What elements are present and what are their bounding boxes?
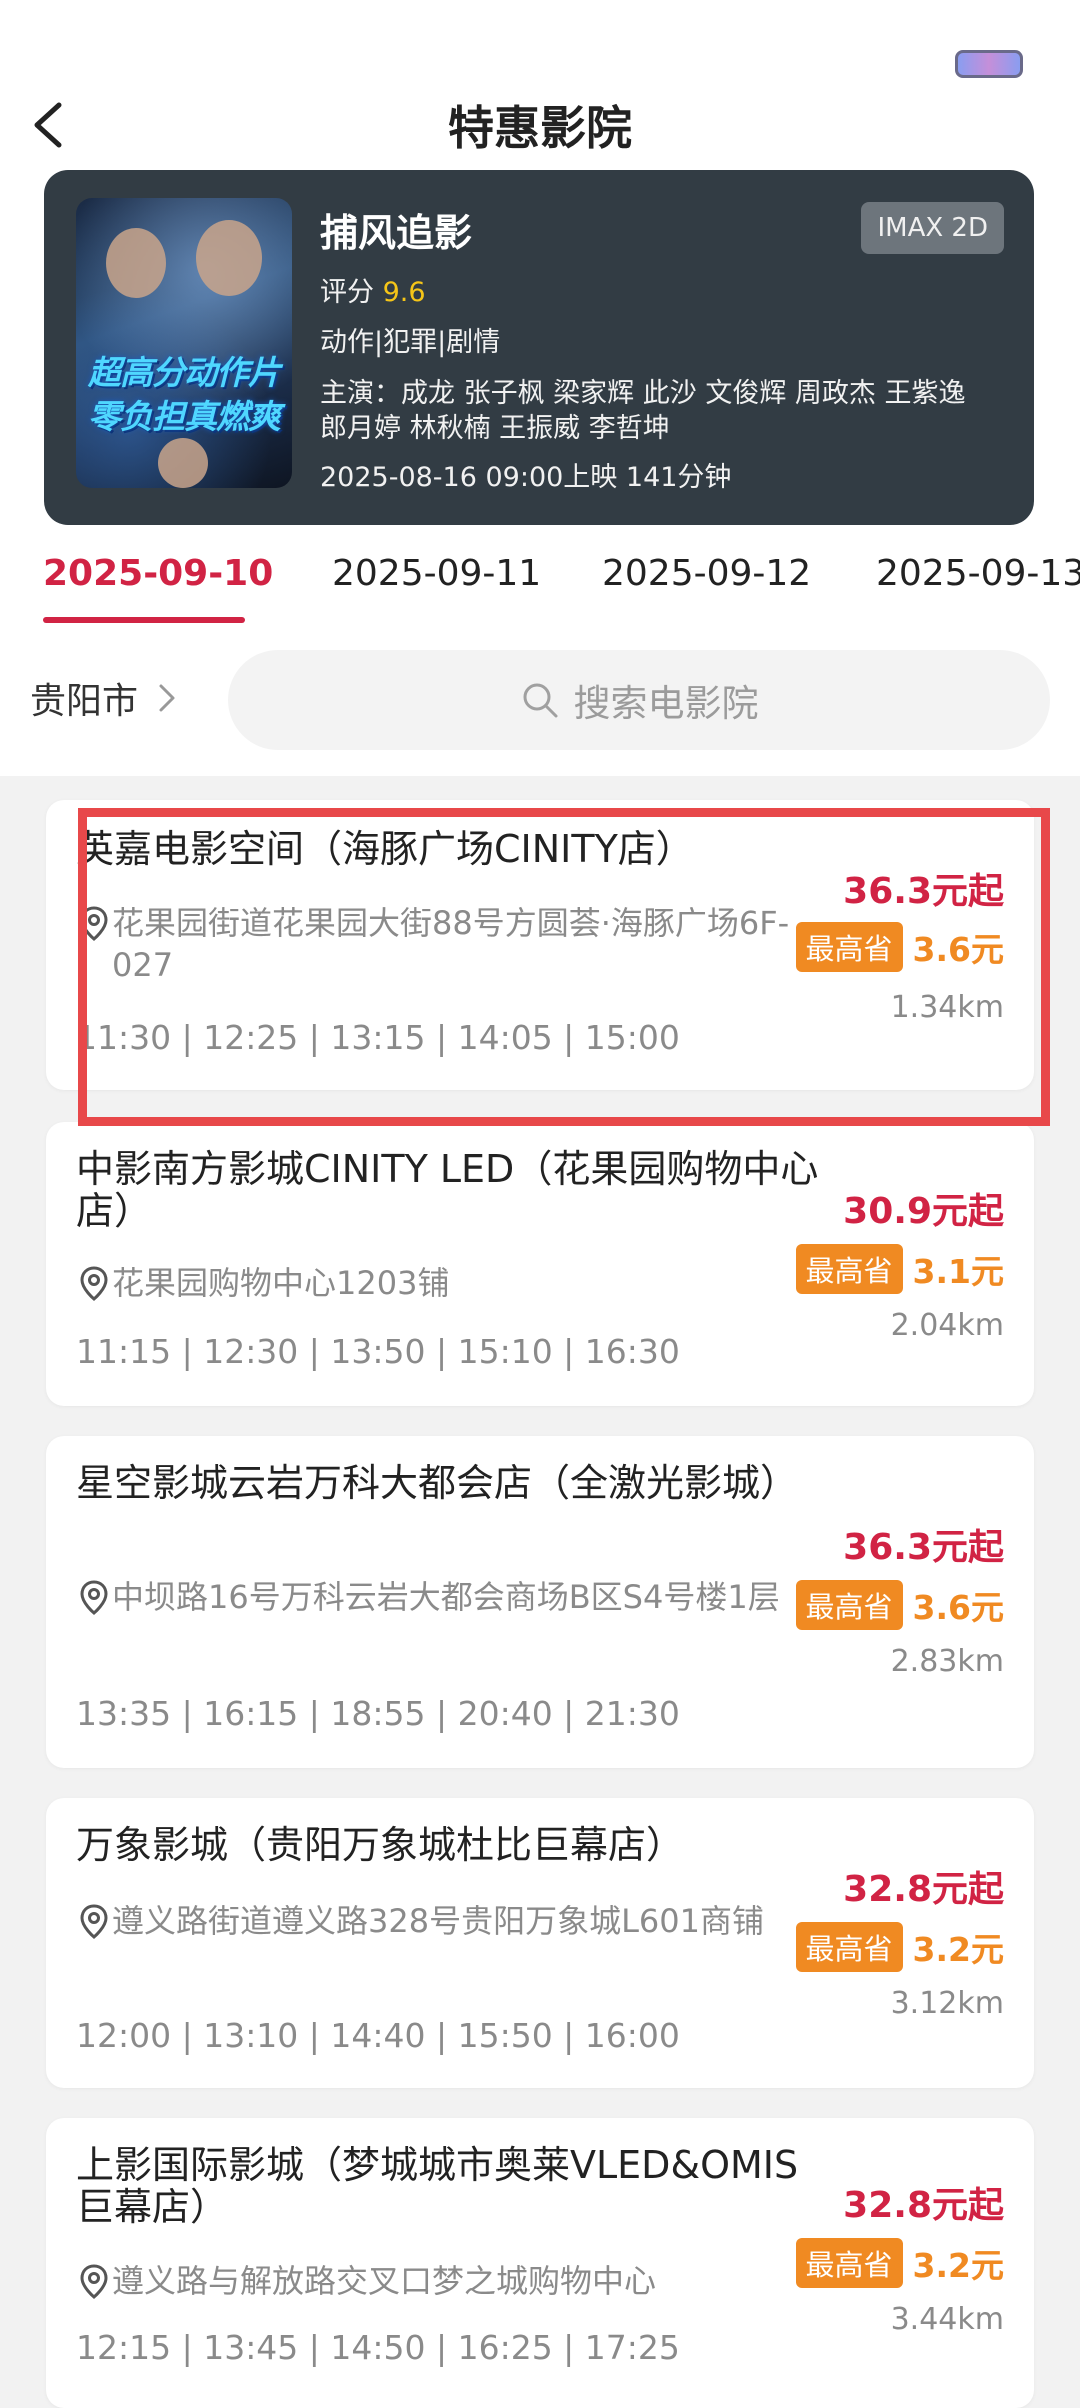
search-input[interactable]: 搜索电影院: [228, 650, 1050, 750]
date-tab-0[interactable]: 2025-09-10: [43, 553, 273, 594]
cinema-price: 30.9元起: [843, 1191, 1004, 1232]
highlight-box: [78, 808, 1050, 1126]
savings-amount: 3.1元: [912, 1252, 1004, 1291]
cinema-savings: 最高省 3.6元: [795, 1580, 1004, 1630]
cinema-price: 32.8元起: [843, 1869, 1004, 1910]
savings-amount: 3.2元: [912, 2246, 1004, 2285]
cinema-name: 中影南方影城CINITY LED（花果园购物中心店）: [76, 1147, 819, 1233]
movie-release: 2025-08-16 09:00上映 141分钟: [320, 462, 732, 493]
movie-genres: 动作|犯罪|剧情: [320, 327, 501, 358]
date-tab-3[interactable]: 2025-09-13: [876, 553, 1080, 594]
active-date-indicator: [43, 617, 245, 623]
savings-badge: 最高省: [795, 1580, 903, 1630]
cinema-showtimes: 12:00 | 13:10 | 14:40 | 15:50 | 16:00: [76, 2016, 680, 2055]
cinema-distance: 3.12km: [890, 1986, 1004, 2021]
savings-amount: 3.2元: [912, 1930, 1004, 1969]
movie-title: 捕风追影: [320, 211, 473, 255]
cinema-card[interactable]: 万象影城（贵阳万象城杜比巨幕店） 遵义路街道遵义路328号贵阳万象城L601商铺…: [46, 1798, 1034, 2088]
cinema-card[interactable]: 星空影城云岩万科大都会店（全激光影城） 中坝路16号万科云岩大都会商场B区S4号…: [46, 1436, 1034, 1768]
score-label: 评分: [320, 277, 374, 308]
movie-cast-line-1: 主演：成龙 张子枫 梁家辉 此沙 文俊辉 周政杰 王紫逸: [320, 378, 966, 409]
cinema-address-text: 花果园购物中心1203铺: [112, 1264, 450, 1302]
cinema-address: 中坝路16号万科云岩大都会商场B区S4号楼1层: [76, 1576, 836, 1618]
format-badge: IMAX 2D: [861, 202, 1004, 254]
location-pin-icon: [80, 2264, 108, 2299]
cinema-card[interactable]: 中影南方影城CINITY LED（花果园购物中心店） 花果园购物中心1203铺 …: [46, 1122, 1034, 1406]
city-selector[interactable]: 贵阳市: [30, 672, 176, 724]
cinema-address: 遵义路与解放路交叉口梦之城购物中心: [76, 2260, 836, 2302]
status-indicator: [955, 50, 1023, 78]
cinema-distance: 3.44km: [890, 2302, 1004, 2337]
cinema-showtimes: 13:35 | 16:15 | 18:55 | 20:40 | 21:30: [76, 1694, 680, 1733]
movie-cast-line-2: 郎月婷 林秋楠 王振威 李哲坤: [320, 413, 670, 444]
cinema-price: 32.8元起: [843, 2185, 1004, 2226]
cinema-address: 花果园购物中心1203铺: [76, 1262, 836, 1304]
cinema-address: 遵义路街道遵义路328号贵阳万象城L601商铺: [76, 1900, 836, 1942]
cinema-address-text: 遵义路与解放路交叉口梦之城购物中心: [112, 2262, 657, 2300]
chevron-right-icon: [159, 684, 175, 712]
location-pin-icon: [80, 1904, 108, 1939]
savings-badge: 最高省: [795, 1244, 903, 1294]
cinema-distance: 2.83km: [890, 1644, 1004, 1679]
poster-slogan-1: 超高分动作片: [88, 353, 281, 392]
cinema-name: 星空影城云岩万科大都会店（全激光影城）: [76, 1461, 799, 1505]
savings-badge: 最高省: [795, 1922, 903, 1972]
page-title: 特惠影院: [448, 101, 632, 155]
city-label: 贵阳市: [30, 681, 139, 722]
cinema-price: 36.3元起: [843, 1527, 1004, 1568]
movie-poster: 超高分动作片 零负担真燃爽: [76, 198, 292, 488]
cinema-showtimes: 11:15 | 12:30 | 13:50 | 15:10 | 16:30: [76, 1332, 680, 1371]
poster-slogan-2: 零负担真燃爽: [88, 397, 281, 436]
savings-amount: 3.6元: [912, 1588, 1004, 1627]
search-placeholder: 搜索电影院: [573, 682, 759, 725]
cinema-distance: 2.04km: [890, 1308, 1004, 1343]
cinema-card[interactable]: 上影国际影城（梦城城市奥莱VLED&OMIS巨幕店） 遵义路与解放路交叉口梦之城…: [46, 2118, 1034, 2408]
cinema-showtimes: 12:15 | 13:45 | 14:50 | 16:25 | 17:25: [76, 2328, 680, 2367]
cinema-savings: 最高省 3.1元: [795, 1244, 1004, 1294]
date-tab-1[interactable]: 2025-09-11: [332, 553, 541, 594]
savings-badge: 最高省: [795, 2238, 903, 2288]
cinema-name: 上影国际影城（梦城城市奥莱VLED&OMIS巨幕店）: [76, 2143, 799, 2229]
search-icon: [523, 683, 557, 718]
cinema-address-text: 遵义路街道遵义路328号贵阳万象城L601商铺: [112, 1902, 764, 1940]
score-value: 9.6: [382, 277, 426, 308]
cinema-address-text: 中坝路16号万科云岩大都会商场B区S4号楼1层: [112, 1578, 780, 1616]
location-pin-icon: [80, 1266, 108, 1301]
date-tab-2[interactable]: 2025-09-12: [602, 553, 811, 594]
cinema-savings: 最高省 3.2元: [795, 1922, 1004, 1972]
movie-info-card[interactable]: 超高分动作片 零负担真燃爽 捕风追影 IMAX 2D 评分 9.6 动作|犯罪|…: [44, 170, 1034, 525]
date-tabs: 2025-09-10 2025-09-11 2025-09-12 2025-09…: [0, 545, 1080, 625]
cinema-savings: 最高省 3.2元: [795, 2238, 1004, 2288]
top-panel: 特惠影院 超高分动作片 零负担真燃爽 捕风追影 IMAX 2D 评分 9.6 动…: [0, 0, 1080, 776]
movie-score-line: 评分 9.6: [320, 270, 426, 309]
location-pin-icon: [80, 1580, 108, 1615]
cinema-name: 万象影城（贵阳万象城杜比巨幕店）: [76, 1823, 685, 1867]
